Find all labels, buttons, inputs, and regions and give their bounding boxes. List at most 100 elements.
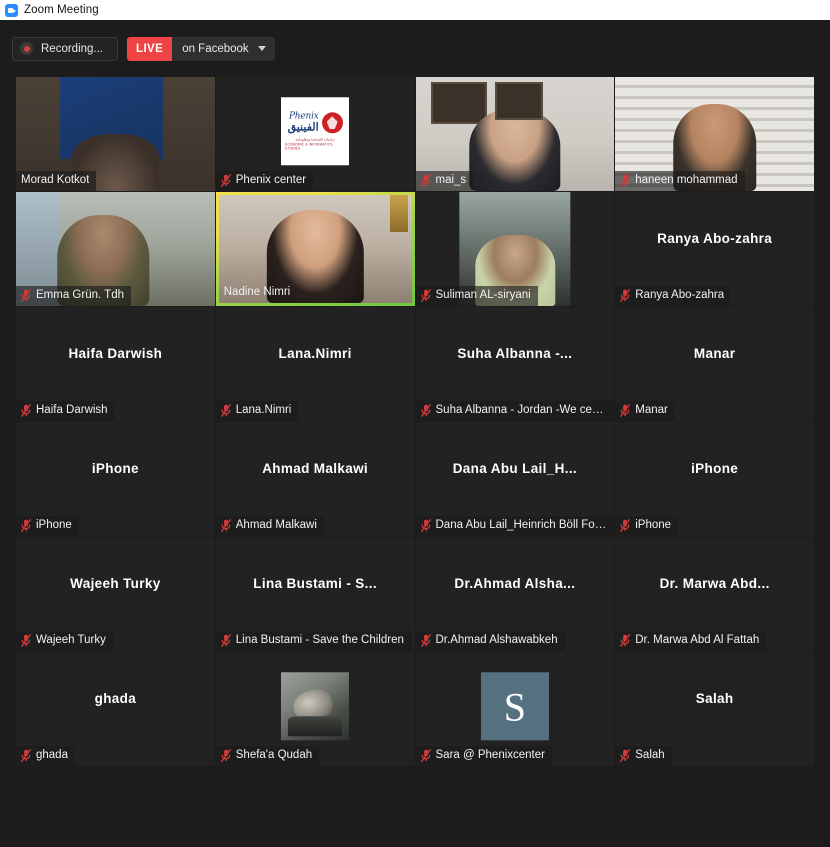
participant-grid: Morad Kotkot Phenix الفينيق دراسات اقتصا…	[16, 77, 814, 766]
participant-tile-content: ghada ghada	[16, 652, 215, 766]
participant-figure	[469, 108, 561, 191]
participant-name-chip: Haifa Darwish	[16, 401, 115, 421]
participant-tile[interactable]: Wajeeh Turky Wajeeh Turky	[16, 537, 215, 651]
participant-tile-content: Dana Abu Lail_H... Dana Abu Lail_Heinric…	[415, 422, 615, 536]
microphone-muted-icon	[220, 749, 231, 762]
participant-tile-content: Emma Grün. Tdh	[16, 192, 215, 306]
participant-name-label: Ahmad Malkawi	[235, 519, 317, 532]
participant-tile[interactable]: Dana Abu Lail_H... Dana Abu Lail_Heinric…	[415, 422, 615, 536]
participant-tile[interactable]: Lina Bustami - S... Lina Bustami - Save …	[215, 537, 415, 651]
participant-name-chip: Suha Albanna - Jordan -We center	[415, 401, 615, 421]
participant-name-label: Dana Abu Lail_Heinrich Böll Foun...	[435, 519, 608, 532]
live-stream-control[interactable]: LIVE on Facebook	[127, 36, 275, 61]
participant-tile[interactable]: Salah Salah	[615, 652, 814, 766]
window-title: Zoom Meeting	[24, 4, 99, 16]
participant-tile-content: Ahmad Malkawi Ahmad Malkawi	[215, 422, 415, 536]
participant-name-label: Sara @ Phenixcenter	[435, 749, 545, 762]
participant-name-chip: iPhone	[16, 516, 79, 536]
participant-name-label: Ranya Abo-zahra	[635, 289, 725, 302]
participant-tile[interactable]: Ranya Abo-zahra Ranya Abo-zahra	[615, 192, 814, 306]
participant-tile[interactable]: haneen mohammad	[615, 77, 814, 191]
live-platform-dropdown[interactable]: on Facebook	[172, 36, 275, 61]
participant-name-label: Manar	[635, 404, 668, 417]
logo-arabic-text: الفينيق	[287, 121, 319, 134]
microphone-muted-icon	[220, 634, 231, 647]
participant-name-label: haneen mohammad	[635, 174, 738, 187]
live-badge: LIVE	[127, 36, 173, 61]
phenix-center-logo: Phenix الفينيق دراسات اقتصادية ومعلوماتي…	[281, 97, 350, 166]
participant-tile[interactable]: Morad Kotkot	[16, 77, 215, 191]
microphone-muted-icon	[21, 404, 31, 417]
participant-name-label: Lana.Nimri	[235, 404, 292, 417]
participant-name-label: Dr.Ahmad Alshawabkeh	[435, 634, 558, 647]
microphone-muted-icon	[420, 174, 431, 187]
participant-tile[interactable]: iPhone iPhone	[615, 422, 814, 536]
participant-name-label: Nadine Nimri	[223, 286, 291, 299]
participant-tile[interactable]: Emma Grün. Tdh	[16, 192, 215, 306]
participant-tile[interactable]: Manar Manar	[615, 307, 814, 421]
participant-name-label: Suha Albanna - Jordan -We center	[435, 404, 608, 417]
participant-tile[interactable]: mai_s	[415, 77, 615, 191]
microphone-muted-icon	[420, 749, 431, 762]
participant-name-label: Haifa Darwish	[36, 404, 108, 417]
participant-name-label: Morad Kotkot	[21, 174, 90, 187]
participant-tile-content: S Sara @ Phenixcenter	[415, 652, 615, 766]
participant-name-label: Wajeeh Turky	[36, 634, 106, 647]
participant-name-chip: mai_s	[415, 171, 474, 191]
microphone-muted-icon	[21, 289, 31, 302]
participant-name-chip: Ahmad Malkawi	[215, 516, 324, 536]
participant-tile[interactable]: Suliman AL-siryani	[415, 192, 615, 306]
participant-tile-content: Ranya Abo-zahra Ranya Abo-zahra	[615, 192, 814, 306]
participant-name-chip: Suliman AL-siryani	[415, 286, 538, 306]
participant-tile[interactable]: Phenix الفينيق دراسات اقتصادية ومعلوماتي…	[215, 77, 415, 191]
participant-tile-content: iPhone iPhone	[615, 422, 814, 536]
participant-tile[interactable]: Suha Albanna -... Suha Albanna - Jordan …	[415, 307, 615, 421]
participant-name-chip: haneen mohammad	[615, 171, 745, 191]
participant-tile-content: mai_s	[415, 77, 615, 191]
participant-name-chip: Emma Grün. Tdh	[16, 286, 131, 306]
participant-tile[interactable]: Dr. Marwa Abd... Dr. Marwa Abd Al Fattah	[615, 537, 814, 651]
participant-name-chip: Morad Kotkot	[16, 171, 97, 191]
recording-button[interactable]: Recording...	[12, 36, 119, 61]
participant-tile-content: Manar Manar	[615, 307, 814, 421]
zoom-video-icon	[5, 3, 18, 17]
participant-tile-content: Nadine Nimri	[218, 195, 412, 303]
participant-tile-content: Lana.Nimri Lana.Nimri	[215, 307, 415, 421]
participant-tile[interactable]: Shefa'a Qudah	[215, 652, 415, 766]
participant-name-chip: Salah	[615, 746, 672, 766]
microphone-muted-icon	[420, 404, 431, 417]
recording-label: Recording...	[41, 42, 104, 55]
live-platform-label: on Facebook	[182, 42, 249, 55]
logo-latin-text: Phenix	[288, 111, 319, 122]
participant-tile[interactable]: S Sara @ Phenixcenter	[415, 652, 615, 766]
microphone-muted-icon	[220, 404, 231, 417]
microphone-muted-icon	[620, 519, 631, 532]
participant-name-chip: Ranya Abo-zahra	[615, 286, 732, 306]
participant-name-label: mai_s	[435, 174, 467, 187]
microphone-muted-icon	[620, 174, 631, 187]
participant-name-label: Shefa'a Qudah	[235, 749, 313, 762]
participant-name-chip: Shefa'a Qudah	[215, 746, 320, 766]
participant-name-label: Phenix center	[235, 174, 307, 187]
participant-tile-content: Wajeeh Turky Wajeeh Turky	[16, 537, 215, 651]
participant-name-chip: ghada	[16, 746, 75, 766]
participant-tile[interactable]: Nadine Nimri	[215, 192, 415, 306]
participant-tile[interactable]: ghada ghada	[16, 652, 215, 766]
participant-name-chip: Wajeeh Turky	[16, 631, 113, 651]
participant-tile-content: Dr. Marwa Abd... Dr. Marwa Abd Al Fattah	[615, 537, 814, 651]
microphone-muted-icon	[620, 289, 631, 302]
participant-name-label: Emma Grün. Tdh	[36, 289, 124, 302]
microphone-muted-icon	[620, 404, 631, 417]
participant-tile[interactable]: Haifa Darwish Haifa Darwish	[16, 307, 215, 421]
phenix-emblem-icon	[321, 112, 343, 134]
participant-tile-content: Haifa Darwish Haifa Darwish	[16, 307, 215, 421]
participant-tile[interactable]: Ahmad Malkawi Ahmad Malkawi	[215, 422, 415, 536]
participant-tile[interactable]: iPhone iPhone	[16, 422, 215, 536]
participant-tile[interactable]: Dr.Ahmad Alsha... Dr.Ahmad Alshawabkeh	[415, 537, 615, 651]
participant-tile[interactable]: Lana.Nimri Lana.Nimri	[215, 307, 415, 421]
participant-name-chip: Sara @ Phenixcenter	[415, 746, 552, 766]
participant-name-label: iPhone	[36, 519, 72, 532]
participant-name-chip: Nadine Nimri	[219, 283, 297, 303]
chevron-down-icon	[257, 46, 266, 51]
microphone-muted-icon	[620, 749, 631, 762]
